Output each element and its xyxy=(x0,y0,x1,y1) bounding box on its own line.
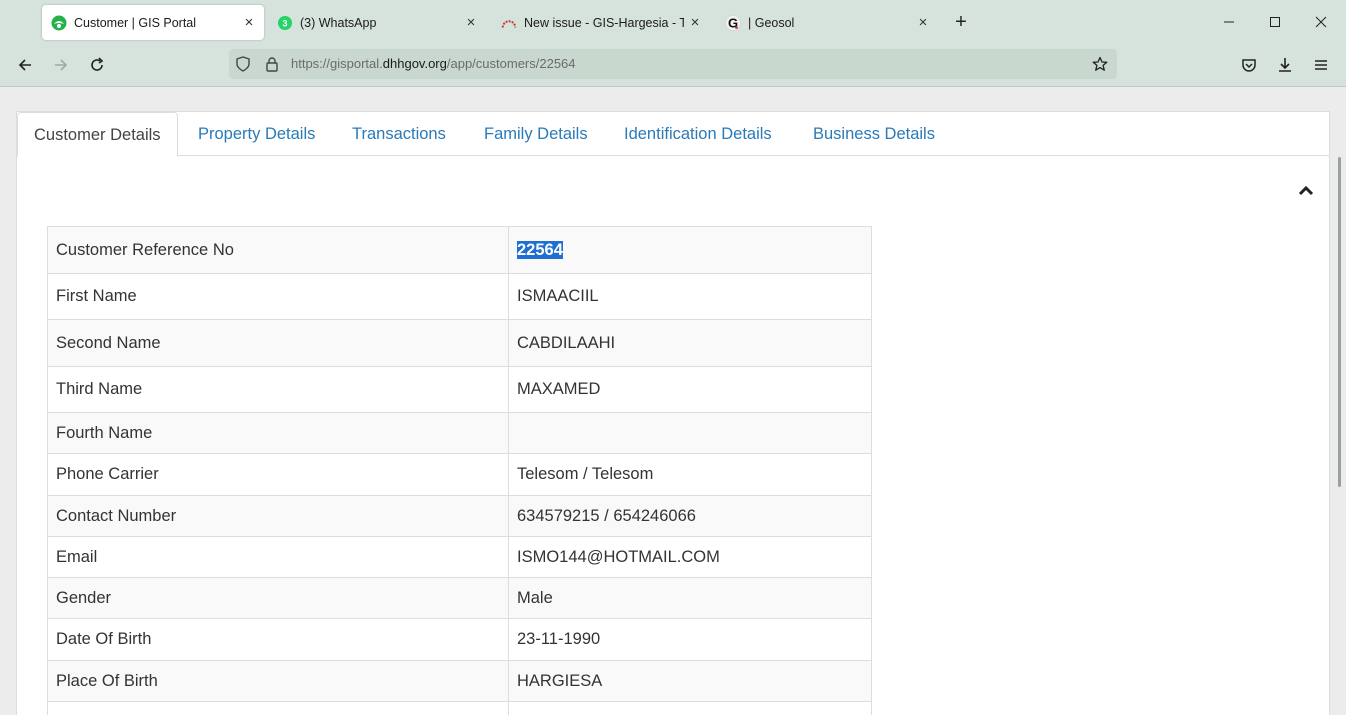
back-arrow-icon[interactable] xyxy=(12,52,38,78)
tab-business-details[interactable]: Business Details xyxy=(797,112,951,157)
field-label: First Name xyxy=(47,273,509,320)
close-window-icon[interactable] xyxy=(1306,10,1336,34)
shield-icon[interactable] xyxy=(234,55,252,73)
field-label: Second Name xyxy=(47,319,509,367)
field-label: Place Of Birth xyxy=(47,660,509,702)
gitlab-icon xyxy=(501,15,517,31)
table-row: First Name ISMAACIIL xyxy=(47,273,872,320)
field-label: Customer Reference No xyxy=(47,226,509,274)
table-row xyxy=(47,701,872,715)
table-row: Contact Number 634579215 / 654246066 xyxy=(47,495,872,537)
field-value: 22564 xyxy=(508,226,872,274)
browser-tab-whatsapp[interactable]: 3 (3) WhatsApp × xyxy=(268,5,486,40)
page-scrollbar[interactable] xyxy=(1336,157,1342,487)
close-tab-icon[interactable]: × xyxy=(912,14,934,31)
field-label: Date Of Birth xyxy=(47,618,509,661)
table-row: Second Name CABDILAAHI xyxy=(47,319,872,367)
table-row: Email ISMO144@HOTMAIL.COM xyxy=(47,536,872,578)
close-tab-icon[interactable]: × xyxy=(238,14,260,31)
field-value: ISMAACIIL xyxy=(508,273,872,320)
lock-icon[interactable] xyxy=(263,55,281,73)
field-value: HARGIESA xyxy=(508,660,872,702)
maximize-icon[interactable] xyxy=(1260,10,1290,34)
table-row: Third Name MAXAMED xyxy=(47,366,872,413)
table-row: Fourth Name xyxy=(47,412,872,454)
tab-family-details[interactable]: Family Details xyxy=(468,112,604,157)
tab-customer-details[interactable]: Customer Details xyxy=(17,112,178,157)
customer-panel: Customer Details Property Details Transa… xyxy=(16,111,1330,715)
whatsapp-icon: 3 xyxy=(277,15,293,31)
address-bar[interactable]: https://gisportal.dhhgov.org/app/custome… xyxy=(229,49,1117,79)
whatsapp-badge: 3 xyxy=(282,18,287,28)
download-icon[interactable] xyxy=(1272,52,1298,78)
url-text[interactable]: https://gisportal.dhhgov.org/app/custome… xyxy=(291,56,576,71)
tab-title: New issue - GIS-Hargesia - Tean xyxy=(524,15,684,30)
field-value xyxy=(508,412,872,454)
field-value: MAXAMED xyxy=(508,366,872,413)
table-row: Place Of Birth HARGIESA xyxy=(47,660,872,702)
tab-identification-details[interactable]: Identification Details xyxy=(608,112,788,157)
field-value: Male xyxy=(508,577,872,619)
browser-tab-customer[interactable]: Customer | GIS Portal × xyxy=(42,5,264,40)
geosol-icon: G xyxy=(725,14,741,31)
table-row: Customer Reference No 22564 xyxy=(47,226,872,274)
menu-icon[interactable] xyxy=(1308,52,1334,78)
gis-portal-icon xyxy=(51,15,67,31)
field-label: Phone Carrier xyxy=(47,453,509,496)
browser-tab-gitlab[interactable]: New issue - GIS-Hargesia - Tean × xyxy=(492,5,710,40)
pocket-icon[interactable] xyxy=(1236,52,1262,78)
url-path: /app/customers/22564 xyxy=(446,56,576,71)
tab-title: (3) WhatsApp xyxy=(300,15,377,30)
detail-tabs: Customer Details Property Details Transa… xyxy=(17,112,1329,157)
tab-property-details[interactable]: Property Details xyxy=(182,112,331,157)
table-row: Date Of Birth 23-11-1990 xyxy=(47,618,872,661)
field-label: Fourth Name xyxy=(47,412,509,454)
table-row: Phone Carrier Telesom / Telesom xyxy=(47,453,872,496)
reload-icon[interactable] xyxy=(84,52,110,78)
tab-title: Customer | GIS Portal xyxy=(74,15,197,30)
scrollbar-thumb[interactable] xyxy=(1338,157,1341,487)
tab-title: | Geosol xyxy=(748,15,795,30)
tab-transactions[interactable]: Transactions xyxy=(336,112,462,157)
bookmark-star-icon[interactable] xyxy=(1091,55,1109,73)
forward-arrow-icon[interactable] xyxy=(48,52,74,78)
field-label: Gender xyxy=(47,577,509,619)
browser-tab-geosol[interactable]: G | Geosol × xyxy=(716,5,938,40)
close-tab-icon[interactable]: × xyxy=(460,14,482,31)
table-row: Gender Male xyxy=(47,577,872,619)
browser-tab-bar: Customer | GIS Portal × 3 (3) WhatsApp ×… xyxy=(0,0,1346,44)
field-value: Telesom / Telesom xyxy=(508,453,872,496)
collapse-chevron-up-icon[interactable] xyxy=(1297,182,1315,200)
field-value: 634579215 / 654246066 xyxy=(508,495,872,537)
new-tab-button[interactable]: + xyxy=(950,10,972,34)
field-label: Contact Number xyxy=(47,495,509,537)
field-label: Email xyxy=(47,536,509,578)
field-value xyxy=(508,701,872,715)
minimize-icon[interactable] xyxy=(1214,10,1244,34)
close-tab-icon[interactable]: × xyxy=(684,14,706,31)
url-domain: dhhgov.org xyxy=(382,56,447,71)
customer-details-table: Customer Reference No 22564 First Name I… xyxy=(47,226,872,715)
page-content: Customer Details Property Details Transa… xyxy=(0,87,1346,715)
field-value: CABDILAAHI xyxy=(508,319,872,367)
field-value: 23-11-1990 xyxy=(508,618,872,661)
field-value: ISMO144@HOTMAIL.COM xyxy=(508,536,872,578)
url-scheme: https://gisportal. xyxy=(291,56,383,71)
customer-reference-value: 22564 xyxy=(517,240,563,259)
field-label: Third Name xyxy=(47,366,509,413)
field-label xyxy=(47,701,509,715)
